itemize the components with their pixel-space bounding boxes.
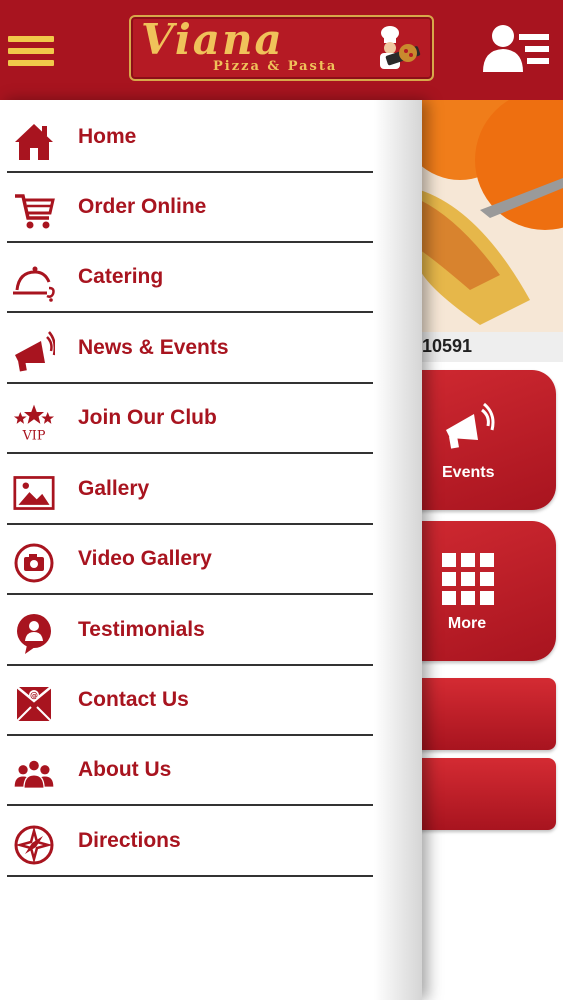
more-tile-label: More	[447, 615, 487, 632]
menu-item-video-gallery[interactable]: Video Gallery	[7, 525, 373, 595]
menu-item-about-us[interactable]: About Us	[7, 736, 373, 806]
menu-item-news-events[interactable]: News & Events	[7, 314, 373, 384]
pizza-photo	[420, 100, 563, 332]
menu-item-contact-us[interactable]: @ Contact Us	[7, 666, 373, 736]
catering-icon	[13, 266, 55, 302]
testimonial-icon	[17, 614, 51, 654]
camera-icon	[14, 543, 54, 583]
menu-item-join-club[interactable]: VIP Join Our Club	[7, 384, 373, 454]
envelope-icon: @	[16, 686, 52, 722]
menu-item-label: About Us	[78, 758, 172, 781]
logo[interactable]: Viana Pizza & Pasta	[129, 15, 434, 81]
menu-item-label: Video Gallery	[78, 547, 212, 570]
menu-item-label: Catering	[78, 265, 164, 288]
menu-item-catering[interactable]: Catering	[7, 243, 373, 313]
compass-icon	[14, 825, 54, 865]
user-menu-icon[interactable]	[481, 22, 553, 74]
home-icon	[15, 124, 53, 160]
grid-icon	[442, 553, 494, 605]
chef-icon	[380, 26, 421, 69]
megaphone-icon	[446, 402, 495, 449]
menu-item-label: Gallery	[78, 477, 150, 500]
logo-subtitle: Pizza & Pasta	[213, 59, 338, 74]
menu-item-order-online[interactable]: Order Online	[7, 173, 373, 243]
menu-item-label: Order Online	[78, 195, 207, 218]
app-header: Viana Pizza & Pasta	[0, 0, 563, 100]
menu-item-label: Directions	[78, 829, 181, 852]
megaphone-icon	[15, 331, 55, 372]
phone-number-strip[interactable]: 10591	[420, 332, 563, 362]
hero-image	[420, 100, 563, 332]
svg-text:@: @	[30, 691, 38, 700]
menu-item-label: Testimonials	[78, 618, 205, 641]
menu-item-label: Join Our Club	[78, 406, 217, 429]
group-icon	[14, 759, 54, 789]
events-tile-label: Events	[442, 464, 495, 481]
navigation-drawer: Home Order Online Catering News & Events…	[0, 100, 422, 1000]
menu-item-label: News & Events	[78, 336, 229, 359]
menu-item-label: Home	[78, 125, 137, 148]
menu-item-gallery[interactable]: Gallery	[7, 455, 373, 525]
phone-number: 10591	[422, 336, 473, 356]
hamburger-icon[interactable]	[8, 36, 54, 70]
vip-icon: VIP	[13, 404, 55, 443]
menu-item-home[interactable]: Home	[7, 103, 373, 173]
cart-icon	[15, 194, 55, 229]
image-icon	[13, 476, 55, 510]
menu-item-testimonials[interactable]: Testimonials	[7, 596, 373, 666]
menu-item-label: Contact Us	[78, 688, 189, 711]
logo-name: Viana	[141, 15, 284, 64]
menu-item-directions[interactable]: Directions	[7, 807, 373, 877]
svg-text:VIP: VIP	[22, 428, 46, 443]
